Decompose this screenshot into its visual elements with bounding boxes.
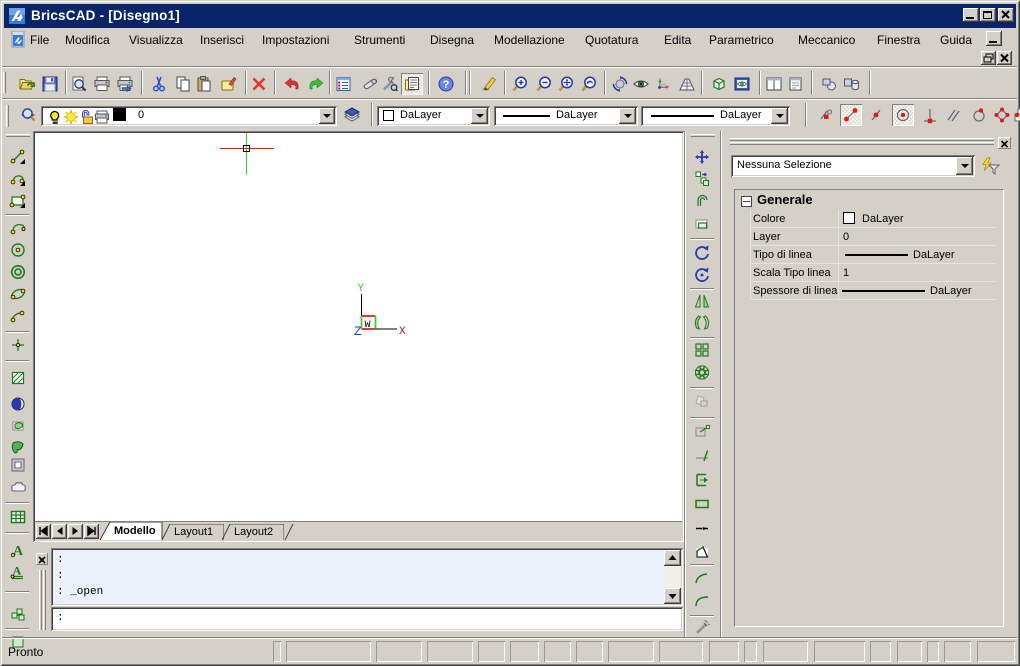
svg-text:?: ? xyxy=(443,79,450,91)
svg-text:W: W xyxy=(365,320,371,331)
svg-text:X: X xyxy=(399,326,406,338)
svg-text:Y: Y xyxy=(358,283,365,295)
svg-text:A: A xyxy=(13,544,24,559)
svg-text:Z: Z xyxy=(354,324,362,339)
